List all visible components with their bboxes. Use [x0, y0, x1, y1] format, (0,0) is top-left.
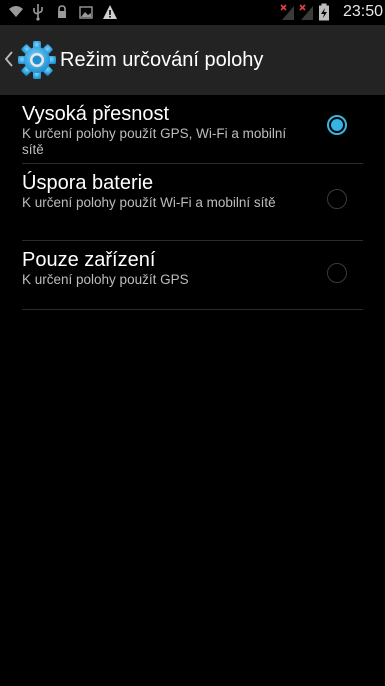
settings-gear-icon[interactable]	[16, 39, 58, 81]
image-icon	[79, 6, 93, 19]
option-high-accuracy[interactable]: Vysoká přesnost K určení polohy použít G…	[22, 95, 363, 164]
page-title: Režim určování polohy	[60, 49, 264, 71]
usb-icon	[33, 4, 43, 21]
option-device-only[interactable]: Pouze zařízení K určení polohy použít GP…	[22, 241, 363, 310]
back-chevron-icon[interactable]	[4, 49, 14, 69]
wifi-icon	[9, 6, 23, 17]
battery-charging-icon	[319, 3, 329, 21]
option-title: Pouze zařízení	[22, 249, 156, 271]
radio-button[interactable]	[327, 263, 347, 283]
location-mode-list: Vysoká přesnost K určení polohy použít G…	[0, 95, 385, 310]
warning-icon	[103, 5, 117, 19]
lock-icon	[58, 5, 66, 18]
option-summary: K určení polohy použít GPS, Wi-Fi a mobi…	[22, 126, 287, 157]
clock: 23:50	[342, 3, 383, 20]
action-bar: Režim určování polohy	[0, 25, 385, 95]
option-summary: K určení polohy použít Wi-Fi a mobilní s…	[22, 195, 276, 210]
option-battery-saving[interactable]: Úspora baterie K určení polohy použít Wi…	[22, 164, 363, 241]
radio-button-selected[interactable]	[327, 115, 347, 135]
status-bar: 23:50	[0, 0, 385, 25]
option-summary: K určení polohy použít GPS	[22, 272, 189, 287]
signal-no-sim-1-icon	[280, 4, 294, 20]
option-title: Úspora baterie	[22, 172, 154, 194]
radio-button[interactable]	[327, 189, 347, 209]
option-title: Vysoká přesnost	[22, 103, 170, 125]
signal-no-sim-2-icon	[299, 4, 313, 20]
